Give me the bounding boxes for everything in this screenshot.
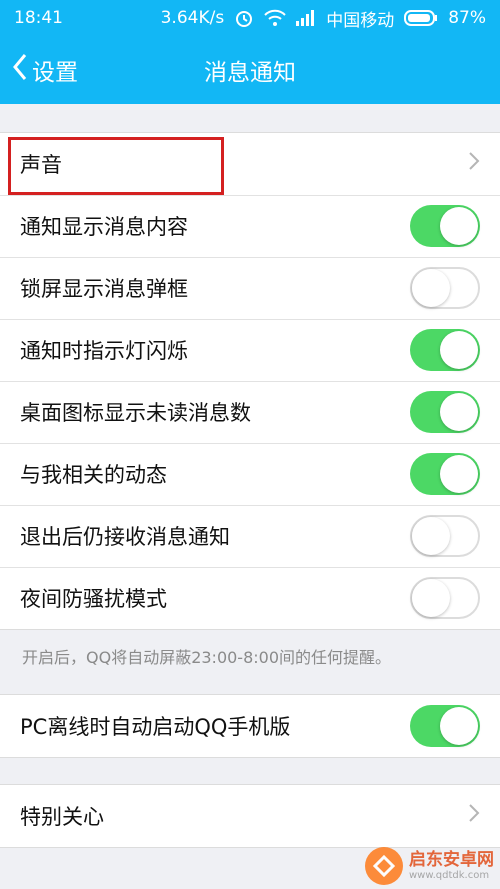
notification-settings-group: 声音 通知显示消息内容 锁屏显示消息弹框 通知时指示灯闪烁 桌面图标显示未读消息… <box>0 132 500 630</box>
toggle-knob <box>440 331 478 369</box>
row-label: 退出后仍接收消息通知 <box>20 525 230 549</box>
watermark: 启东安卓网 www.qdtdk.com <box>365 847 494 885</box>
row-pc-offline-autostart: PC离线时自动启动QQ手机版 <box>0 695 500 757</box>
toggle-knob <box>412 517 450 555</box>
toggle-knob <box>440 455 478 493</box>
carrier-name: 中国移动 <box>326 10 395 31</box>
row-label: 声音 <box>20 153 62 177</box>
back-button[interactable]: 设置 <box>12 36 78 104</box>
toggle-switch[interactable] <box>410 453 480 495</box>
toggle-switch[interactable] <box>410 515 480 557</box>
watermark-logo-icon <box>365 847 403 885</box>
chevron-right-icon <box>468 803 480 829</box>
toggle-switch[interactable] <box>410 267 480 309</box>
toggle-knob <box>412 579 450 617</box>
watermark-text: 启东安卓网 www.qdtdk.com <box>409 851 494 881</box>
row-label: 桌面图标显示未读消息数 <box>20 401 251 425</box>
row-special-care[interactable]: 特别关心 <box>0 785 500 847</box>
row-badge-unread-count: 桌面图标显示未读消息数 <box>0 381 500 443</box>
row-label: 通知时指示灯闪烁 <box>20 339 188 363</box>
night-mode-hint: 开启后，QQ将自动屏蔽23:00-8:00间的任何提醒。 <box>22 648 392 667</box>
row-label: PC离线时自动启动QQ手机版 <box>20 715 291 739</box>
battery-percent: 87% <box>448 8 486 28</box>
network-speed: 3.64K/s <box>160 8 225 28</box>
row-label: 通知显示消息内容 <box>20 215 188 239</box>
toggle-switch[interactable] <box>410 205 480 247</box>
toggle-switch[interactable] <box>410 329 480 371</box>
row-related-updates: 与我相关的动态 <box>0 443 500 505</box>
chevron-left-icon <box>12 53 28 87</box>
signal-icon <box>296 10 316 26</box>
toggle-switch[interactable] <box>410 391 480 433</box>
row-sound[interactable]: 声音 <box>0 133 500 195</box>
row-night-do-not-disturb: 夜间防骚扰模式 <box>0 567 500 629</box>
watermark-name: 启东安卓网 <box>409 850 494 871</box>
row-label: 特别关心 <box>20 805 104 829</box>
toggle-switch[interactable] <box>410 705 480 747</box>
row-label: 与我相关的动态 <box>20 463 167 487</box>
pc-offline-group: PC离线时自动启动QQ手机版 <box>0 694 500 758</box>
toggle-knob <box>440 393 478 431</box>
status-time: 18:41 <box>14 8 63 28</box>
status-indicators: 3.64K/s 中国移动 87% <box>161 6 486 31</box>
toggle-knob <box>440 207 478 245</box>
toggle-switch[interactable] <box>410 577 480 619</box>
toggle-knob <box>440 707 478 745</box>
watermark-url: www.qdtdk.com <box>409 869 490 881</box>
battery-icon <box>404 10 438 26</box>
row-lockscreen-popup: 锁屏显示消息弹框 <box>0 257 500 319</box>
special-care-group: 特别关心 <box>0 784 500 848</box>
row-label: 锁屏显示消息弹框 <box>20 277 188 301</box>
row-led-blink: 通知时指示灯闪烁 <box>0 319 500 381</box>
toggle-knob <box>412 269 450 307</box>
chevron-right-icon <box>468 151 480 177</box>
row-show-message-content: 通知显示消息内容 <box>0 195 500 257</box>
row-receive-after-logout: 退出后仍接收消息通知 <box>0 505 500 567</box>
row-label: 夜间防骚扰模式 <box>20 587 167 611</box>
status-bar: 18:41 3.64K/s 中国移动 87% <box>0 0 500 36</box>
wifi-icon <box>264 9 286 27</box>
nav-bar: 设置 消息通知 <box>0 36 500 104</box>
page-title: 消息通知 <box>204 60 296 86</box>
alarm-icon <box>234 8 254 28</box>
back-label: 设置 <box>32 60 78 86</box>
